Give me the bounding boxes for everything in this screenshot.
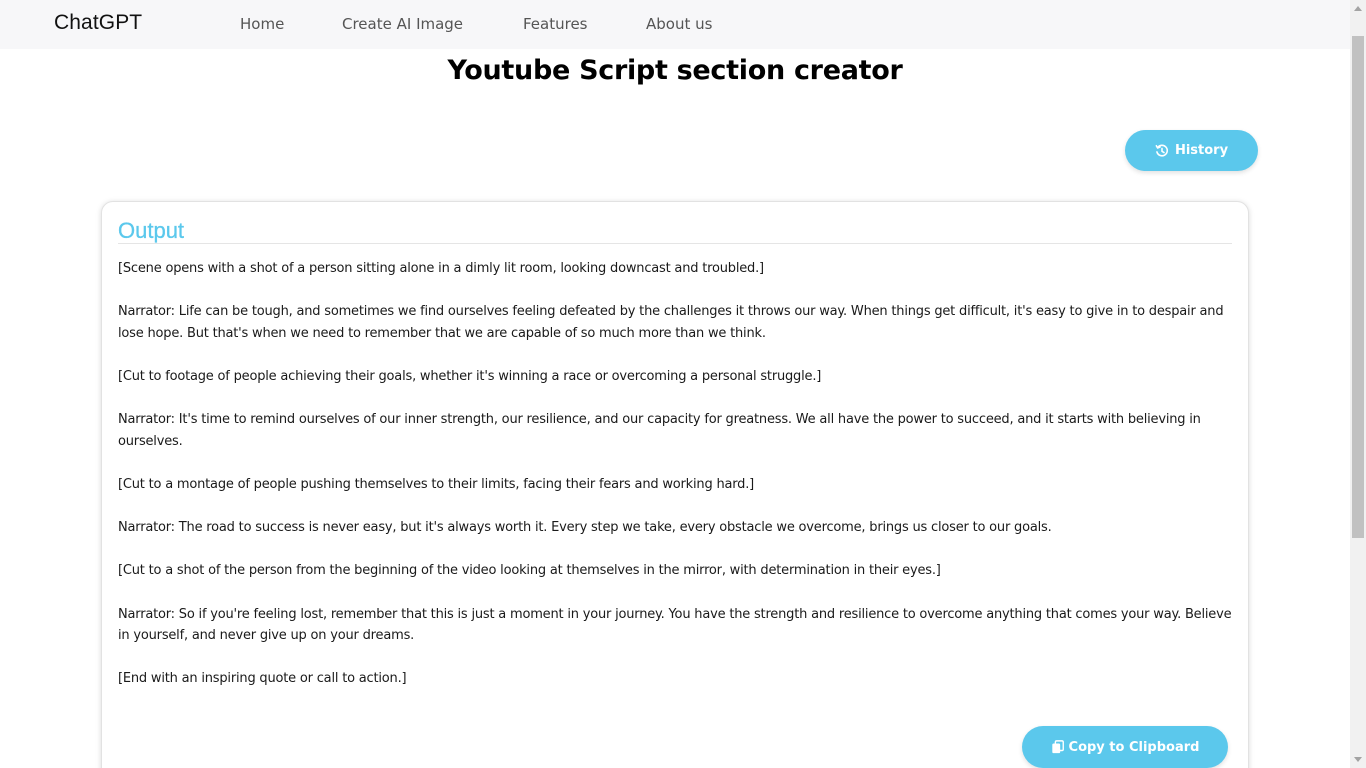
page-title: Youtube Script section creator: [447, 55, 903, 86]
output-paragraph: [End with an inspiring quote or call to …: [118, 671, 407, 687]
page: ChatGPT Home Create AI Image Features Ab…: [0, 0, 1366, 768]
copy-icon: [1051, 740, 1064, 754]
output-paragraph: [Cut to a shot of the person from the be…: [118, 563, 941, 579]
output-card: Output [Scene opens with a shot of a per…: [101, 201, 1249, 768]
navbar: ChatGPT Home Create AI Image Features Ab…: [0, 0, 1350, 49]
output-title: Output: [118, 218, 185, 243]
nav-link-features[interactable]: Features: [523, 15, 588, 33]
output-paragraph: [Cut to footage of people achieving thei…: [118, 368, 822, 384]
history-button[interactable]: History: [1125, 130, 1258, 171]
nav-link-about-us[interactable]: About us: [646, 15, 712, 33]
output-paragraph: Narrator: Life can be tough, and sometim…: [118, 304, 1224, 341]
output-divider: [118, 243, 1232, 244]
output-paragraph: [Cut to a montage of people pushing them…: [118, 476, 755, 492]
copy-button-label: Copy to Clipboard: [1068, 739, 1200, 755]
nav-link-create-ai-image[interactable]: Create AI Image: [342, 15, 463, 33]
nav-link-home[interactable]: Home: [240, 15, 284, 33]
scroll-down-arrow-icon[interactable]: [1354, 757, 1362, 762]
output-text: [Scene opens with a shot of a person sit…: [118, 258, 1234, 711]
page-scrollbar[interactable]: [1350, 0, 1366, 768]
history-button-label: History: [1174, 143, 1229, 158]
output-paragraph: Narrator: The road to success is never e…: [118, 520, 1052, 536]
copy-to-clipboard-button[interactable]: Copy to Clipboard: [1022, 726, 1228, 768]
history-icon: [1155, 144, 1168, 157]
output-paragraph: [Scene opens with a shot of a person sit…: [118, 261, 764, 276]
output-paragraph: Narrator: So if you're feeling lost, rem…: [118, 606, 1232, 644]
scrollbar-thumb[interactable]: [1352, 36, 1364, 538]
brand-logo[interactable]: ChatGPT: [54, 11, 142, 35]
output-paragraph: Narrator: It's time to remind ourselves …: [118, 412, 1201, 449]
scroll-up-arrow-icon[interactable]: [1354, 6, 1362, 11]
